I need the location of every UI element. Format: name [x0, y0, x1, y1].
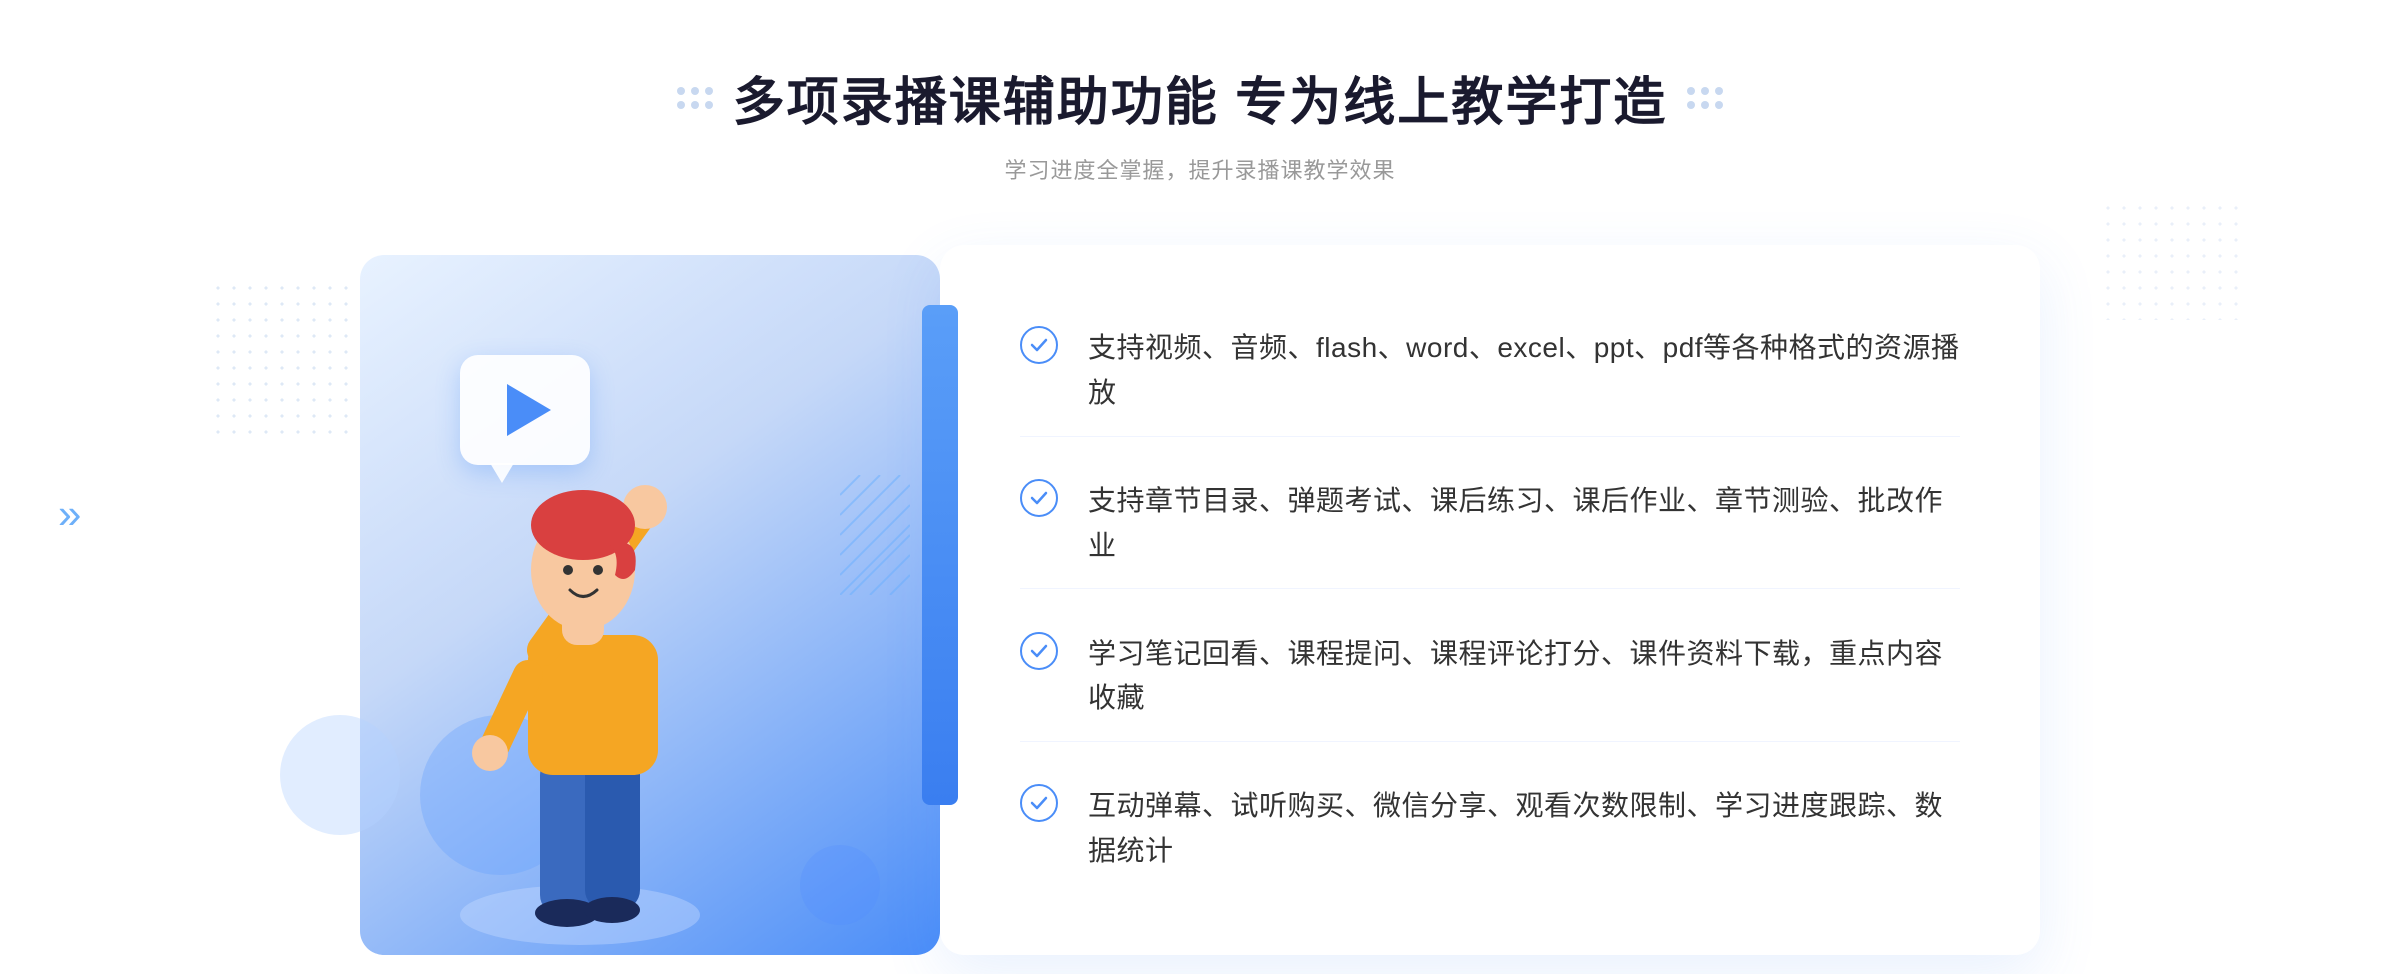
illustration-card	[360, 255, 940, 955]
feature-item-3: 学习笔记回看、课程提问、课程评论打分、课件资料下载，重点内容收藏	[1020, 612, 1960, 743]
check-icon-1	[1020, 326, 1058, 364]
deco-dot	[677, 87, 685, 95]
feature-text-4: 互动弹幕、试听购买、微信分享、观看次数限制、学习进度跟踪、数据统计	[1088, 784, 1960, 874]
title-row: 多项录播课辅助功能 专为线上教学打造	[677, 60, 1723, 135]
deco-dot	[1715, 101, 1723, 109]
stripe-decoration	[840, 475, 910, 595]
deco-dot	[1687, 101, 1695, 109]
deco-dot	[691, 101, 699, 109]
deco-dot	[1687, 87, 1695, 95]
check-icon-4	[1020, 784, 1058, 822]
content-area: 支持视频、音频、flash、word、excel、ppt、pdf等各种格式的资源…	[360, 245, 2040, 955]
header-deco-right	[1687, 87, 1723, 109]
person-illustration	[440, 395, 740, 955]
page-wrapper: » 多项录播课辅助功能 专为线上教学打造	[0, 0, 2400, 974]
subtitle: 学习进度全掌握，提升录播课教学效果	[677, 153, 1723, 185]
deco-dot	[705, 87, 713, 95]
feature-item-4: 互动弹幕、试听购买、微信分享、观看次数限制、学习进度跟踪、数据统计	[1020, 764, 1960, 894]
feature-text-3: 学习笔记回看、课程提问、课程评论打分、课件资料下载，重点内容收藏	[1088, 632, 1960, 722]
features-panel: 支持视频、音频、flash、word、excel、ppt、pdf等各种格式的资源…	[940, 245, 2040, 955]
main-title: 多项录播课辅助功能 专为线上教学打造	[733, 60, 1667, 135]
deco-circle-left	[280, 715, 400, 835]
deco-dot	[691, 87, 699, 95]
deco-dot	[677, 101, 685, 109]
feature-item-2: 支持章节目录、弹题考试、课后练习、课后作业、章节测验、批改作业	[1020, 459, 1960, 590]
dot-pattern-right-top	[2100, 200, 2240, 320]
check-icon-2	[1020, 479, 1058, 517]
feature-text-2: 支持章节目录、弹题考试、课后练习、课后作业、章节测验、批改作业	[1088, 479, 1960, 569]
deco-dot	[1715, 87, 1723, 95]
blue-bar-decoration	[922, 305, 958, 805]
header-section: 多项录播课辅助功能 专为线上教学打造 学习进度全掌握，提升录播课教学效果	[677, 60, 1723, 185]
circle-blue-medium	[800, 845, 880, 925]
deco-dot	[1701, 87, 1709, 95]
dot-pattern-left	[210, 280, 370, 440]
deco-dot	[705, 101, 713, 109]
feature-item-1: 支持视频、音频、flash、word、excel、ppt、pdf等各种格式的资源…	[1020, 306, 1960, 437]
deco-dot	[1701, 101, 1709, 109]
chevron-left-decoration: »	[58, 490, 73, 538]
check-icon-3	[1020, 632, 1058, 670]
header-deco-left	[677, 87, 713, 109]
feature-text-1: 支持视频、音频、flash、word、excel、ppt、pdf等各种格式的资源…	[1088, 326, 1960, 416]
